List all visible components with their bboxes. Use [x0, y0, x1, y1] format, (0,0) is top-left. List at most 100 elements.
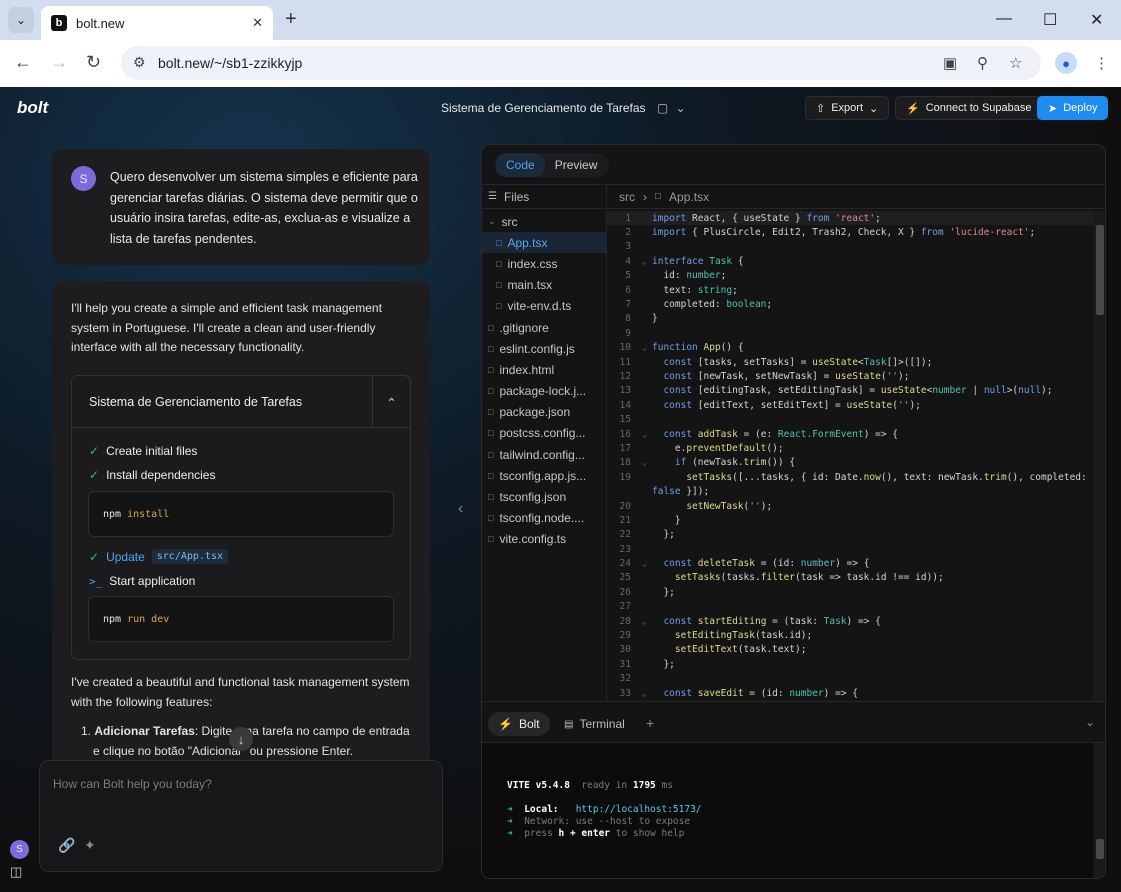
tab-code[interactable]: Code	[496, 153, 545, 177]
file-item[interactable]: □ index.css	[482, 253, 606, 274]
scroll-to-bottom-button[interactable]: ↓	[229, 727, 253, 751]
file-item[interactable]: □ vite.config.ts	[482, 529, 606, 550]
chevron-down-icon[interactable]: ⌄	[1085, 715, 1095, 729]
terminal-scrollbar[interactable]	[1093, 743, 1105, 878]
fold-chevron-icon[interactable]: ⌄	[637, 617, 652, 626]
export-button[interactable]: ⇧ Export ⌄	[805, 96, 890, 120]
bookmark-star-icon[interactable]: ☆	[1009, 54, 1022, 72]
code-line[interactable]: 12 const [newTask, setNewTask] = useStat…	[607, 369, 1097, 383]
code-line[interactable]: 33 ⌄ const saveEdit = (id: number) => {	[607, 686, 1097, 700]
file-item[interactable]: □ package.json	[482, 402, 606, 423]
code-line[interactable]: 4 ⌄ interface Task {	[607, 254, 1097, 268]
close-tab-icon[interactable]: ✕	[252, 15, 263, 31]
editor-scrollbar[interactable]	[1093, 211, 1105, 701]
code-line[interactable]: 31 };	[607, 657, 1097, 671]
code-line[interactable]: 23	[607, 542, 1097, 556]
file-chip[interactable]: src/App.tsx	[151, 549, 228, 564]
tab-search-button[interactable]: ⌄	[8, 7, 34, 33]
browser-tab[interactable]: b bolt.new ✕	[41, 6, 273, 40]
collapse-chat-chevron-icon[interactable]: ‹	[458, 500, 463, 518]
forward-icon[interactable]: →	[50, 52, 68, 73]
code-line[interactable]: 1 import React, { useState } from 'react'…	[607, 211, 1097, 226]
tab-bolt-terminal[interactable]: ⚡ Bolt	[488, 712, 550, 736]
back-icon[interactable]: ←	[14, 52, 32, 73]
tab-preview[interactable]: Preview	[545, 153, 608, 177]
file-item[interactable]: □ App.tsx	[482, 232, 606, 254]
file-item[interactable]: □ tsconfig.json	[482, 486, 606, 507]
file-item[interactable]: □ eslint.config.js	[482, 338, 606, 359]
chat-input[interactable]: How can Bolt help you today? 🔗 ✦	[39, 760, 443, 872]
code-lines[interactable]: 1 import React, { useState } from 'react'…	[607, 211, 1097, 701]
code-line[interactable]: 17 e.preventDefault();	[607, 441, 1097, 455]
breadcrumb-file[interactable]: App.tsx	[669, 190, 709, 204]
tab-terminal[interactable]: ▤ Terminal	[554, 712, 635, 736]
fold-chevron-icon[interactable]: ⌄	[637, 257, 652, 266]
zoom-icon[interactable]: ⚲	[977, 54, 988, 72]
terminal-output[interactable]: VITE v5.4.8 ready in 1795 ms ➜ Local: ht…	[482, 743, 1105, 878]
breadcrumb-folder[interactable]: src	[619, 190, 635, 204]
code-line[interactable]: 16 ⌄ const addTask = (e: React.FormEvent)…	[607, 427, 1097, 441]
code-line[interactable]: 5 id: number;	[607, 269, 1097, 283]
reload-icon[interactable]: ↻	[86, 52, 101, 73]
code-line[interactable]: false }]);	[607, 484, 1097, 498]
deploy-button[interactable]: ➤ Deploy	[1037, 96, 1109, 120]
code-line[interactable]: 29 setEditingTask(task.id);	[607, 628, 1097, 642]
code-line[interactable]: 26 };	[607, 585, 1097, 599]
code-line[interactable]: 21 }	[607, 513, 1097, 527]
connect-supabase-button[interactable]: ⚡ Connect to Supabase	[895, 96, 1043, 120]
collapse-artifact-button[interactable]: ⌃	[372, 376, 410, 428]
fold-chevron-icon[interactable]: ⌄	[637, 430, 652, 439]
project-title[interactable]: Sistema de Gerenciamento de Tarefas ▢ ⌄	[441, 101, 686, 115]
artifact-header[interactable]: Sistema de Gerenciamento de Tarefas ⌃	[72, 376, 410, 428]
sidebar-user-avatar[interactable]: S	[10, 840, 29, 859]
translate-icon[interactable]: ▣	[943, 54, 957, 72]
code-line[interactable]: 24 ⌄ const deleteTask = (id: number) => {	[607, 556, 1097, 570]
maximize-icon[interactable]: ☐	[1043, 10, 1057, 30]
address-bar[interactable]: ⚙ bolt.new/~/sb1-zzikkyjp	[121, 46, 1041, 80]
site-info-icon[interactable]: ⚙	[133, 54, 146, 71]
sidebar-toggle-icon[interactable]: ◫	[10, 864, 22, 880]
file-item[interactable]: □ tsconfig.node....	[482, 508, 606, 529]
code-line[interactable]: 30 setEditText(task.text);	[607, 643, 1097, 657]
bolt-logo[interactable]: bolt	[17, 98, 48, 118]
code-line[interactable]: 14 const [editText, setEditText] = useSt…	[607, 398, 1097, 412]
code-line[interactable]: 19 setTasks([...tasks, { id: Date.now(),…	[607, 470, 1097, 484]
attach-icon[interactable]: 🔗	[58, 837, 75, 854]
code-line[interactable]: 20 setNewTask('');	[607, 499, 1097, 513]
folder-item[interactable]: ⌄ src	[482, 211, 606, 232]
code-line[interactable]: 11 const [tasks, setTasks] = useState<Ta…	[607, 355, 1097, 369]
new-tab-button[interactable]: +	[285, 8, 297, 31]
scrollbar-thumb[interactable]	[1096, 839, 1104, 859]
file-item[interactable]: □ postcss.config...	[482, 423, 606, 444]
code-line[interactable]: 18 ⌄ if (newTask.trim()) {	[607, 456, 1097, 470]
add-terminal-icon[interactable]: +	[646, 715, 654, 731]
code-line[interactable]: 32	[607, 672, 1097, 686]
file-item[interactable]: □ package-lock.j...	[482, 381, 606, 402]
minimize-icon[interactable]: —	[996, 10, 1012, 28]
code-line[interactable]: 8}	[607, 312, 1097, 326]
code-line[interactable]: 22 };	[607, 528, 1097, 542]
file-item[interactable]: □ index.html	[482, 359, 606, 380]
file-item[interactable]: □ .gitignore	[482, 317, 606, 338]
file-item[interactable]: □ tsconfig.app.js...	[482, 465, 606, 486]
code-line[interactable]: 3	[607, 240, 1097, 254]
file-item[interactable]: □ tailwind.config...	[482, 444, 606, 465]
fold-chevron-icon[interactable]: ⌄	[637, 458, 652, 467]
local-url[interactable]: http://localhost:5173/	[576, 804, 702, 815]
code-line[interactable]: 27	[607, 600, 1097, 614]
code-line[interactable]: 25 setTasks(tasks.filter(task => task.id…	[607, 571, 1097, 585]
fold-chevron-icon[interactable]: ⌄	[637, 559, 652, 568]
code-line[interactable]: 9	[607, 326, 1097, 340]
code-line[interactable]: 28 ⌄ const startEditing = (task: Task) =>…	[607, 614, 1097, 628]
kebab-menu-icon[interactable]: ⋮	[1094, 54, 1109, 72]
enhance-prompt-icon[interactable]: ✦	[84, 837, 96, 854]
code-line[interactable]: 13 const [editingTask, setEditingTask] =…	[607, 384, 1097, 398]
file-item[interactable]: □ vite-env.d.ts	[482, 296, 606, 317]
code-line[interactable]: 2 import { PlusCircle, Edit2, Trash2, Che…	[607, 225, 1097, 239]
scrollbar-thumb[interactable]	[1096, 225, 1104, 315]
code-line[interactable]: 15	[607, 412, 1097, 426]
code-line[interactable]: 7 completed: boolean;	[607, 297, 1097, 311]
file-item[interactable]: □ main.tsx	[482, 275, 606, 296]
code-line[interactable]: 10 ⌄ function App() {	[607, 341, 1097, 355]
code-line[interactable]: 6 text: string;	[607, 283, 1097, 297]
